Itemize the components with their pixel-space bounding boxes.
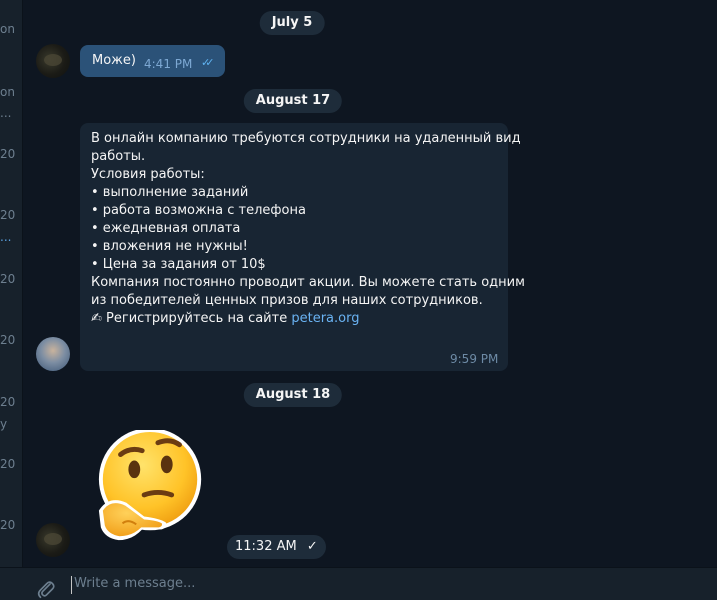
- message-bubble-outgoing[interactable]: Може) 4:41 PM ✓✓: [80, 45, 225, 77]
- read-checkmarks-icon: ✓✓: [201, 56, 215, 69]
- chat-list-fragment[interactable]: on: [0, 22, 15, 36]
- thinking-face-sticker[interactable]: [93, 430, 211, 548]
- chat-list-fragment[interactable]: 20: [0, 333, 15, 347]
- message-time: 9:59 PM: [450, 352, 499, 366]
- message-line: • ежедневная оплата: [91, 221, 241, 236]
- message-line: В онлайн компанию требуются сотрудники н…: [91, 131, 521, 146]
- chat-list-fragment[interactable]: on: [0, 85, 15, 99]
- message-line: из победителей ценных призов для наших с…: [91, 293, 483, 308]
- text-cursor: [71, 576, 72, 594]
- chat-list-fragment[interactable]: 20: [0, 272, 15, 286]
- message-cta-line: ✍ Регистрируйтесь на сайте petera.org: [91, 310, 525, 328]
- avatar[interactable]: [36, 337, 70, 371]
- avatar[interactable]: [36, 44, 70, 78]
- chat-list-sidebar[interactable]: on on ... 20 20 ... 20 20 20 y 20 20 20: [0, 0, 23, 599]
- chat-list-fragment[interactable]: 20: [0, 518, 15, 532]
- sent-checkmark-icon: ✓: [306, 539, 318, 554]
- message-time: 4:41 PM: [144, 57, 193, 71]
- chat-list-fragment[interactable]: ...: [0, 230, 11, 244]
- message-line: Условия работы:: [91, 167, 205, 182]
- message-line: Компания постоянно проводит акции. Вы мо…: [91, 275, 525, 290]
- chat-list-fragment[interactable]: 20: [0, 147, 15, 161]
- chat-list-fragment[interactable]: ...: [0, 106, 11, 120]
- message-line: • вложения не нужны!: [91, 239, 248, 254]
- avatar[interactable]: [36, 523, 70, 557]
- message-composer: [0, 567, 717, 600]
- chat-list-fragment[interactable]: 20: [0, 208, 15, 222]
- message-input[interactable]: [74, 576, 594, 591]
- message-link[interactable]: petera.org: [291, 311, 359, 326]
- message-bubble-incoming[interactable]: В онлайн компанию требуются сотрудники н…: [80, 123, 525, 371]
- date-separator: August 18: [243, 383, 343, 407]
- chat-list-fragment[interactable]: 20: [0, 457, 15, 471]
- date-separator: July 5: [259, 11, 325, 35]
- message-line: • работа возможна с телефона: [91, 203, 306, 218]
- attach-paperclip-icon[interactable]: [35, 578, 57, 600]
- message-line: • Цена за задания от 10$: [91, 257, 266, 272]
- message-time: 11:32 AM: [235, 539, 297, 554]
- message-text: Може): [92, 53, 136, 68]
- sticker-time-badge: 11:32 AM ✓: [227, 535, 326, 559]
- message-line: • выполнение заданий: [91, 185, 249, 200]
- date-separator: August 17: [243, 89, 343, 113]
- message-line: работы.: [91, 149, 146, 164]
- message-text: В онлайн компанию требуются сотрудники н…: [91, 130, 525, 328]
- chat-list-fragment[interactable]: y: [0, 417, 7, 431]
- cta-text: ✍ Регистрируйтесь на сайте: [91, 311, 292, 326]
- chat-list-fragment[interactable]: 20: [0, 395, 15, 409]
